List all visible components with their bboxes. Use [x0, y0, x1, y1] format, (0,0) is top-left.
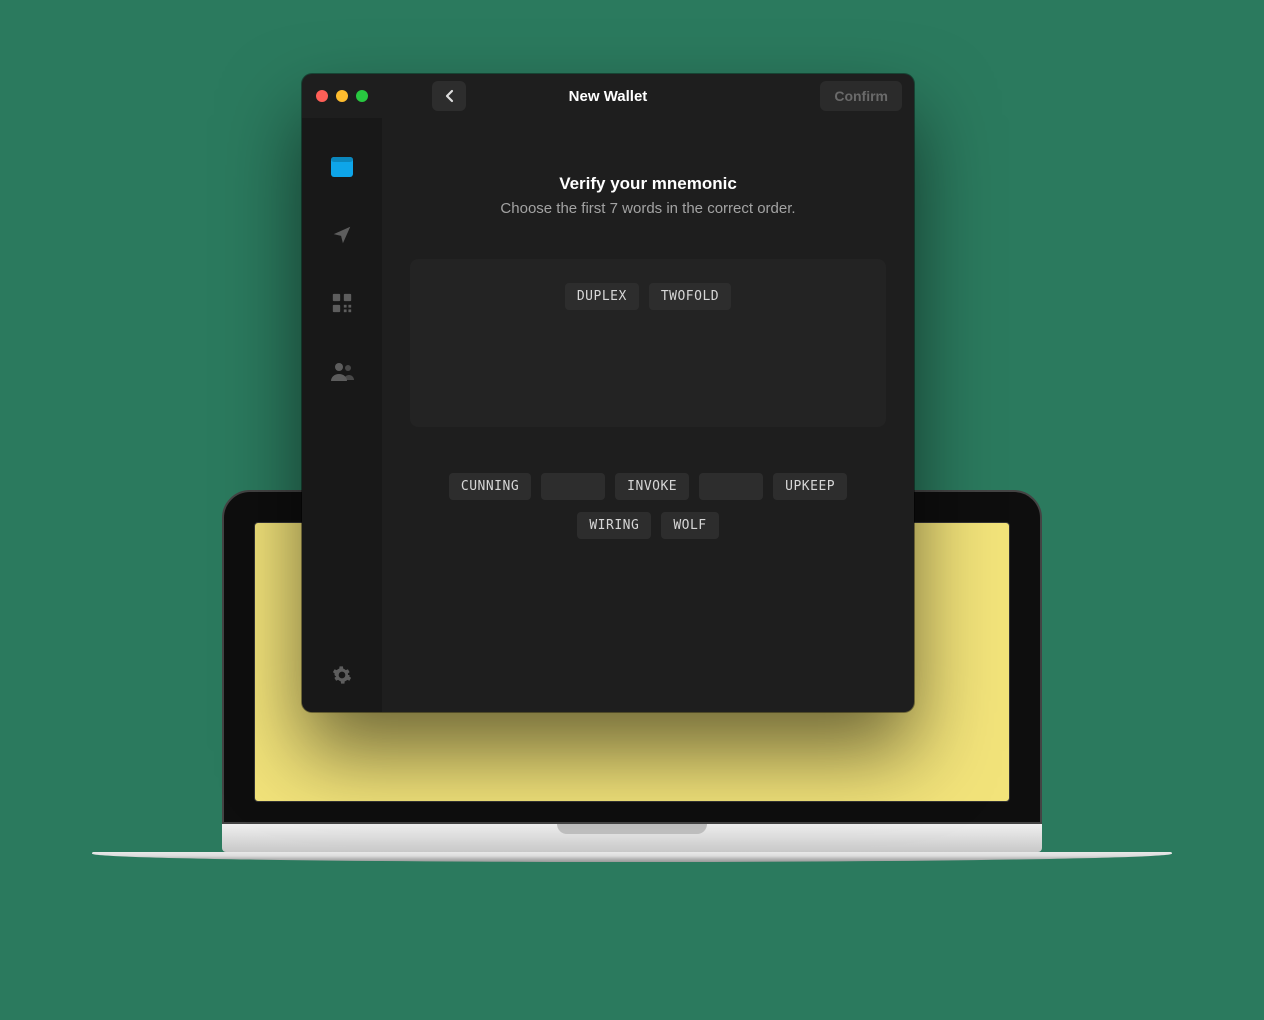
- back-button[interactable]: [432, 81, 466, 111]
- laptop-base-edge: [92, 852, 1172, 862]
- send-icon: [331, 224, 353, 246]
- sidebar-item-contacts[interactable]: [329, 358, 355, 384]
- laptop-keyboard-deck: [222, 824, 1042, 852]
- verify-heading: Verify your mnemonic: [410, 174, 886, 194]
- contacts-icon: [330, 360, 354, 382]
- main-content: Verify your mnemonic Choose the first 7 …: [382, 118, 914, 712]
- gear-icon: [332, 665, 352, 685]
- pool-word-empty[interactable]: [541, 473, 605, 500]
- fullscreen-icon[interactable]: [356, 90, 368, 102]
- pool-word-chip[interactable]: UPKEEP: [773, 473, 847, 500]
- qr-icon: [331, 292, 353, 314]
- close-icon[interactable]: [316, 90, 328, 102]
- word-pool: CUNNING INVOKE UPKEEP WIRING WOLF: [410, 473, 886, 539]
- wallet-icon: [330, 156, 354, 178]
- chevron-left-icon: [444, 89, 454, 103]
- window-titlebar: New Wallet Confirm: [302, 74, 914, 118]
- selected-word-chip[interactable]: TWOFOLD: [649, 283, 731, 310]
- pool-word-chip[interactable]: INVOKE: [615, 473, 689, 500]
- pool-word-chip[interactable]: CUNNING: [449, 473, 531, 500]
- pool-word-chip[interactable]: WOLF: [661, 512, 718, 539]
- sidebar-item-receive[interactable]: [329, 290, 355, 316]
- minimize-icon[interactable]: [336, 90, 348, 102]
- window-title: New Wallet: [569, 88, 648, 105]
- verify-subheading: Choose the first 7 words in the correct …: [410, 200, 886, 217]
- pool-word-empty[interactable]: [699, 473, 763, 500]
- window-traffic-lights: [316, 90, 368, 102]
- sidebar-item-send[interactable]: [329, 222, 355, 248]
- selected-words-area: DUPLEX TWOFOLD: [410, 259, 886, 427]
- confirm-button[interactable]: Confirm: [820, 81, 902, 111]
- pool-word-chip[interactable]: WIRING: [577, 512, 651, 539]
- sidebar-item-wallet[interactable]: [329, 154, 355, 180]
- sidebar: [302, 118, 382, 712]
- laptop-notch: [557, 824, 707, 834]
- sidebar-item-settings[interactable]: [329, 662, 355, 688]
- selected-word-chip[interactable]: DUPLEX: [565, 283, 639, 310]
- app-window: New Wallet Confirm: [302, 74, 914, 712]
